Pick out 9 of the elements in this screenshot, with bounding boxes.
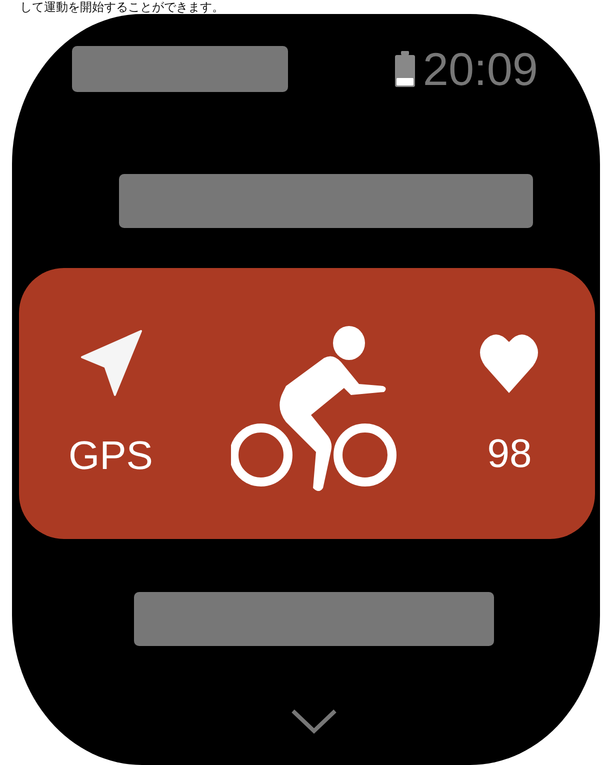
navigation-arrow-icon	[80, 330, 142, 396]
workout-card[interactable]: GPS 98	[18, 268, 594, 539]
battery-icon	[394, 51, 415, 87]
heart-icon	[479, 332, 540, 394]
clock-time: 20:09	[422, 44, 538, 94]
heart-rate-value: 98	[487, 432, 532, 476]
gps-label: GPS	[68, 434, 153, 478]
caption-text: して運動を開始することができます。	[19, 0, 225, 14]
chevron-down-icon[interactable]	[290, 708, 338, 734]
